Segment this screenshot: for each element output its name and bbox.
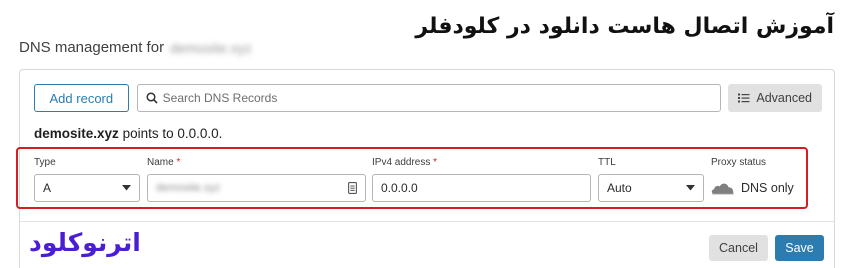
ipv4-value: 0.0.0.0 — [381, 181, 418, 195]
ttl-select[interactable]: Auto — [598, 174, 704, 202]
type-label: Type — [34, 157, 56, 168]
name-label-text: Name — [147, 157, 174, 168]
ttl-label: TTL — [598, 157, 616, 168]
ipv4-label-text: IPv4 address — [372, 157, 431, 168]
record-summary-domain: demosite.xyz — [34, 126, 119, 141]
divider — [20, 221, 834, 222]
page-title-domain: demosite.xyz — [170, 39, 252, 56]
record-summary: demosite.xyz points to 0.0.0.0. — [34, 126, 222, 141]
page-title-text: DNS management for — [19, 39, 165, 56]
search-placeholder: Search DNS Records — [162, 91, 278, 105]
cancel-button[interactable]: Cancel — [709, 235, 768, 261]
advanced-button[interactable]: Advanced — [728, 84, 822, 112]
name-input[interactable]: demosite.xyz — [147, 174, 366, 202]
proxy-status-value: DNS only — [741, 181, 794, 195]
dns-records-card: Add record Search DNS Records Advanced d… — [16, 69, 835, 268]
name-required-mark: * — [176, 157, 181, 168]
save-button[interactable]: Save — [775, 235, 824, 261]
tutorial-title-overlay: آموزش اتصال هاست دانلود در کلودفلر — [415, 14, 834, 39]
proxy-status-toggle[interactable]: DNS only — [711, 176, 794, 200]
name-label: Name * — [147, 157, 180, 168]
ipv4-input[interactable]: 0.0.0.0 — [372, 174, 591, 202]
type-select[interactable]: A — [34, 174, 140, 202]
chevron-down-icon — [122, 185, 131, 191]
brand-logo: اترنوکلود — [29, 228, 141, 257]
name-value: demosite.xyz — [156, 182, 221, 194]
search-icon — [146, 92, 158, 104]
advanced-label: Advanced — [756, 91, 812, 105]
proxy-status-label: Proxy status — [711, 157, 767, 168]
add-record-button[interactable]: Add record — [34, 84, 129, 112]
cloud-icon — [711, 183, 734, 195]
record-summary-text: points to 0.0.0.0. — [122, 126, 223, 141]
chevron-down-icon — [686, 185, 695, 191]
dns-toolbar: Add record Search DNS Records Advanced — [34, 84, 822, 112]
document-icon — [348, 182, 357, 194]
page-title: DNS management for demosite.xyz — [19, 39, 252, 56]
type-value: A — [43, 181, 52, 195]
ipv4-label: IPv4 address * — [372, 157, 437, 168]
ipv4-required-mark: * — [433, 157, 438, 168]
filter-list-icon — [738, 93, 750, 103]
ttl-value: Auto — [607, 181, 632, 195]
search-dns-input[interactable]: Search DNS Records — [136, 84, 722, 112]
